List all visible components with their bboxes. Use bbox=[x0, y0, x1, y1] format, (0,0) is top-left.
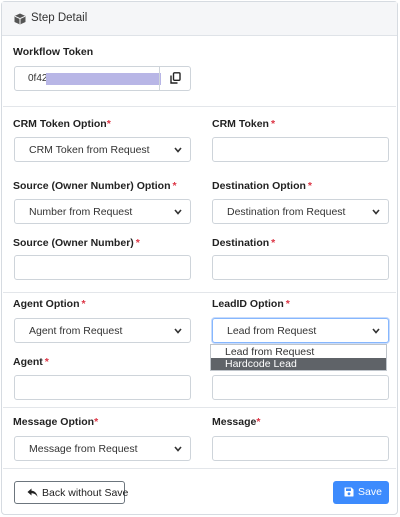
agent-option-label: Agent Option * bbox=[13, 298, 86, 310]
crm-token-label: CRM Token * bbox=[212, 118, 276, 130]
chevron-down-icon bbox=[174, 209, 182, 215]
section-divider bbox=[3, 292, 396, 293]
panel-title: Step Detail bbox=[31, 12, 88, 24]
source-number-input[interactable] bbox=[14, 255, 191, 280]
destination-option-label: Destination Option * bbox=[212, 180, 313, 192]
chevron-down-icon bbox=[174, 147, 182, 153]
step-detail-panel: Step Detail Workflow Token 0f42 CRM Toke… bbox=[1, 1, 398, 515]
workflow-token-field: 0f42 bbox=[14, 66, 191, 91]
crm-token-input[interactable] bbox=[212, 137, 389, 162]
destination-label: Destination * bbox=[212, 237, 276, 249]
floppy-disk-icon bbox=[344, 487, 354, 497]
leadid-option-dropdown: Lead from Request Hardcode Lead bbox=[210, 344, 387, 371]
chevron-down-icon bbox=[372, 328, 380, 334]
leadid-input[interactable] bbox=[212, 375, 389, 400]
agent-input[interactable] bbox=[14, 375, 191, 400]
copy-icon bbox=[170, 72, 181, 84]
agent-option-value: Agent from Request bbox=[29, 325, 123, 337]
section-divider bbox=[3, 407, 396, 408]
save-button-label: Save bbox=[358, 486, 382, 498]
message-label: Message* bbox=[212, 416, 261, 428]
crm-token-option-label: CRM Token Option* bbox=[13, 118, 111, 130]
crm-token-option-value: CRM Token from Request bbox=[29, 144, 150, 156]
message-option-value: Message from Request bbox=[29, 443, 138, 455]
section-divider bbox=[3, 106, 396, 107]
message-input[interactable] bbox=[212, 436, 389, 461]
source-option-value: Number from Request bbox=[29, 206, 133, 218]
message-option-select[interactable]: Message from Request bbox=[14, 436, 191, 461]
workflow-token-value: 0f42 bbox=[28, 73, 48, 84]
back-button-label: Back without Save bbox=[42, 487, 129, 499]
destination-option-select[interactable]: Destination from Request bbox=[212, 199, 389, 224]
leadid-option-select[interactable]: Lead from Request bbox=[212, 318, 389, 343]
chevron-down-icon bbox=[174, 446, 182, 452]
destination-option-value: Destination from Request bbox=[227, 206, 346, 218]
leadid-option-value: Lead from Request bbox=[227, 325, 317, 337]
dropdown-option-hardcode-lead[interactable]: Hardcode Lead bbox=[211, 358, 386, 370]
back-without-save-button[interactable]: Back without Save bbox=[14, 481, 129, 504]
source-number-label: Source (Owner Number) * bbox=[13, 237, 140, 249]
dropdown-option-lead-from-request[interactable]: Lead from Request bbox=[211, 346, 386, 358]
crm-token-option-select[interactable]: CRM Token from Request bbox=[14, 137, 191, 162]
token-redaction bbox=[46, 73, 161, 85]
source-option-select[interactable]: Number from Request bbox=[14, 199, 191, 224]
reply-arrow-icon bbox=[27, 488, 38, 497]
message-option-label: Message Option* bbox=[13, 416, 99, 428]
source-option-label: Source (Owner Number) Option * bbox=[13, 180, 177, 192]
copy-token-button[interactable] bbox=[159, 67, 191, 90]
leadid-option-label: LeadID Option * bbox=[212, 298, 290, 310]
cube-icon bbox=[14, 13, 26, 25]
footer-divider bbox=[3, 468, 396, 469]
agent-label: Agent * bbox=[13, 356, 49, 368]
panel-header: Step Detail bbox=[2, 2, 397, 36]
save-button[interactable]: Save bbox=[333, 481, 389, 504]
destination-input[interactable] bbox=[212, 255, 389, 280]
chevron-down-icon bbox=[372, 209, 380, 215]
workflow-token-label: Workflow Token bbox=[13, 46, 94, 58]
agent-option-select[interactable]: Agent from Request bbox=[14, 318, 191, 343]
chevron-down-icon bbox=[174, 328, 182, 334]
